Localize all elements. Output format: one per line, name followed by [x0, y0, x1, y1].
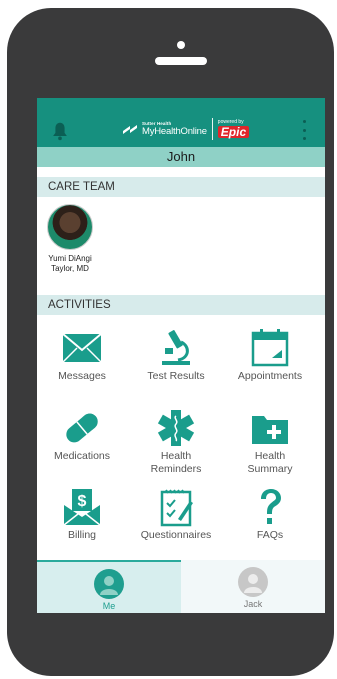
activities-header: ACTIVITIES	[37, 295, 325, 315]
more-menu-icon[interactable]	[303, 120, 307, 140]
logo-divider	[211, 118, 213, 140]
activity-medications[interactable]: Medications	[37, 408, 127, 463]
activity-billing[interactable]: $ Billing	[37, 487, 127, 542]
microscope-icon	[162, 330, 190, 365]
activity-health-summary[interactable]: Health Summary	[225, 408, 315, 476]
svg-text:$: $	[78, 493, 87, 510]
tab-jack[interactable]: Jack	[181, 560, 325, 613]
user-avatar-icon	[238, 567, 268, 597]
provider-name: Yumi DiAngi Taylor, MD	[48, 254, 92, 273]
app-logo: Sutter Health MyHealthOnline powered by …	[121, 116, 250, 142]
tab-bar: Me Jack	[37, 560, 325, 613]
envelope-icon	[62, 333, 102, 363]
clipboard-icon	[160, 489, 193, 527]
user-name: John	[37, 147, 325, 167]
phone-frame: Sutter Health MyHealthOnline powered by …	[7, 8, 334, 676]
activity-questionnaires[interactable]: Questionnaires	[131, 487, 221, 542]
care-team-member[interactable]: Yumi DiAngi Taylor, MD	[45, 204, 95, 274]
calendar-icon	[251, 329, 289, 367]
question-mark-icon	[261, 489, 281, 524]
bell-icon[interactable]	[49, 120, 71, 142]
activity-health-reminders[interactable]: Health Reminders	[131, 408, 221, 476]
app-header: Sutter Health MyHealthOnline powered by …	[37, 98, 325, 147]
activity-appointments[interactable]: Appointments	[225, 328, 315, 383]
activity-faqs[interactable]: FAQs	[225, 487, 315, 542]
user-avatar-icon	[94, 569, 124, 599]
activity-test-results[interactable]: Test Results	[131, 328, 221, 383]
bill-envelope-icon: $	[63, 489, 101, 526]
speaker	[155, 57, 207, 65]
activity-messages[interactable]: Messages	[37, 328, 127, 383]
sutter-logo-icon	[123, 125, 137, 134]
folder-plus-icon	[252, 416, 288, 444]
camera	[177, 41, 185, 49]
app-screen: Sutter Health MyHealthOnline powered by …	[37, 98, 325, 613]
care-team-header: CARE TEAM	[37, 177, 325, 197]
medical-star-icon	[157, 410, 195, 446]
provider-avatar	[47, 204, 93, 250]
epic-logo: Epic	[217, 126, 250, 138]
pill-icon	[66, 413, 98, 443]
brand-main: MyHealthOnline	[142, 125, 207, 137]
tab-me[interactable]: Me	[37, 560, 181, 613]
